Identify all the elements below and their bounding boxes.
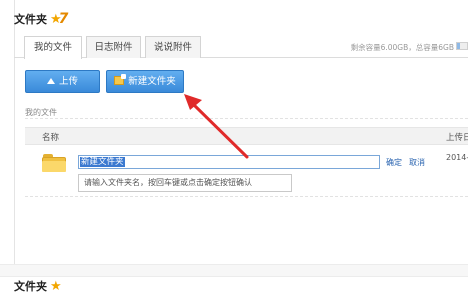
page-header-repeat: 文件夹 ★ xyxy=(14,279,62,293)
input-hint-tooltip: 请输入文件夹名，按回车键或点击确定按钮确认 xyxy=(78,174,292,192)
page-title: 文件夹 xyxy=(14,13,47,26)
upload-label: 上传 xyxy=(58,76,78,87)
star-icon: ★ xyxy=(50,279,62,293)
upload-button[interactable]: 上传 xyxy=(25,70,100,93)
tab-my-files[interactable]: 我的文件 xyxy=(24,36,82,59)
folder-name-input[interactable]: 新建文件夹 xyxy=(78,155,380,169)
new-folder-label: 新建文件夹 xyxy=(128,76,176,87)
table-header: 名称 上传日 xyxy=(25,127,468,145)
tab-bar: 我的文件 日志附件 说说附件 剩余容量6.00GB，总容量6GB xyxy=(14,36,468,59)
upload-icon xyxy=(46,77,55,84)
folder-name-selected-text: 新建文件夹 xyxy=(80,157,125,167)
breadcrumb: 我的文件 xyxy=(25,108,57,117)
divider xyxy=(25,196,468,197)
confirm-link[interactable]: 确定 xyxy=(386,157,402,168)
quota-fill xyxy=(457,43,460,49)
folder-icon xyxy=(42,154,66,172)
column-date-header[interactable]: 上传日 xyxy=(446,131,468,143)
screenshot-divider xyxy=(0,264,468,277)
new-folder-button[interactable]: 新建文件夹 xyxy=(106,70,184,93)
seven-icon: 7 xyxy=(58,11,69,27)
tab-talk-attachments[interactable]: 说说附件 xyxy=(145,36,201,58)
row-upload-date: 2014- xyxy=(446,153,468,162)
quota-bar xyxy=(456,42,468,50)
column-name-header[interactable]: 名称 xyxy=(42,131,59,143)
tab-log-attachments[interactable]: 日志附件 xyxy=(86,36,141,58)
new-folder-icon xyxy=(114,74,127,85)
cancel-link[interactable]: 取消 xyxy=(409,157,425,168)
page-title-repeat: 文件夹 xyxy=(14,280,47,293)
storage-quota: 剩余容量6.00GB，总容量6GB xyxy=(350,43,454,52)
divider xyxy=(25,118,468,119)
page-header: 文件夹 ★ 7 xyxy=(14,8,68,30)
